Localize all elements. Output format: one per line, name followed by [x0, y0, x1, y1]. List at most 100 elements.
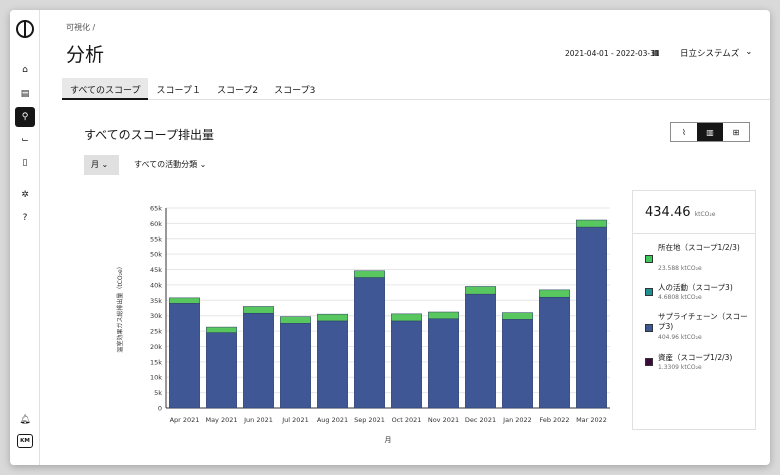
x-tick-label: Jun 2021 [243, 416, 273, 424]
tab-scope-1[interactable]: スコープ１ [148, 78, 208, 100]
document-icon[interactable]: ▯ [15, 153, 35, 173]
chevron-down-icon: ⌄ [199, 160, 207, 169]
legend-value: 23.588 ktCO₂e [658, 265, 702, 272]
legend-value: 1.3309 ktCO₂e [658, 364, 702, 371]
organization-select[interactable]: 日立システムズ ⌄ [680, 47, 752, 59]
logo-icon[interactable] [16, 20, 34, 38]
bar-supply-chain [354, 277, 385, 409]
y-tick-label: 25k [150, 328, 162, 336]
month-select[interactable]: 月 ⌄ [84, 155, 119, 175]
bar-supply-chain [465, 293, 496, 409]
view-toggle: ⌇ ▥ ⊞ [670, 122, 750, 142]
legend-swatch [645, 324, 653, 332]
y-tick-label: 65k [150, 205, 162, 213]
bar-location [243, 306, 274, 314]
legend-value: 404.96 ktCO₂e [658, 334, 702, 341]
y-tick-label: 50k [150, 251, 162, 259]
bar-supply-chain [206, 332, 237, 409]
app-window: ⌂ ▤ ⚲ ⌙ ▯ ✲ ? 🔔︎ KM 可視化 / 分析 2021-04-01 … [10, 10, 770, 465]
legend-swatch [645, 255, 653, 263]
x-tick-label: May 2021 [205, 416, 237, 424]
tab-scope-2[interactable]: スコープ2 [209, 78, 266, 100]
gear-icon[interactable]: ✲ [15, 185, 35, 205]
y-tick-label: 20k [150, 343, 162, 351]
x-axis-label: 月 [385, 436, 392, 444]
category-select[interactable]: すべての活動分類 ⌄ [134, 159, 206, 170]
bar-supply-chain [576, 226, 607, 409]
line-chart-icon[interactable]: ⌇ [671, 123, 697, 141]
legend-divider [633, 233, 755, 234]
legend-label: サプライチェーン（スコープ3) [658, 312, 748, 331]
x-tick-label: Aug 2021 [317, 416, 348, 424]
month-select-label: 月 [91, 160, 99, 169]
x-tick-label: Nov 2021 [428, 416, 459, 424]
y-tick-label: 30k [150, 312, 162, 320]
help-icon[interactable]: ? [15, 208, 35, 228]
main-content: 可視化 / 分析 2021-04-01 - 2022-03-31 ▦ 日立システ… [40, 10, 770, 465]
bar-supply-chain [280, 323, 311, 409]
avatar[interactable]: KM [17, 434, 33, 448]
y-tick-label: 60k [150, 220, 162, 228]
calendar-icon[interactable]: ▦ [652, 48, 660, 57]
breadcrumb[interactable]: 可視化 / [66, 22, 95, 33]
bar-supply-chain [428, 318, 459, 409]
x-tick-label: Mar 2022 [576, 416, 607, 424]
home-icon[interactable]: ⌂ [15, 60, 35, 80]
organization-label: 日立システムズ [680, 49, 740, 59]
y-tick-label: 55k [150, 235, 162, 243]
bar-location [169, 297, 200, 304]
notification-icon[interactable]: 🔔︎ [15, 410, 35, 430]
tab-scope-3[interactable]: スコープ3 [266, 78, 323, 100]
legend-label: 所在地（スコープ1/2/3) [658, 243, 740, 252]
calculator-icon[interactable]: ▤ [15, 84, 35, 104]
date-range[interactable]: 2021-04-01 - 2022-03-31 [565, 49, 660, 58]
bar-supply-chain [502, 319, 533, 409]
scope-tabs: すべてのスコープ スコープ１ スコープ2 スコープ3 [62, 78, 770, 100]
legend-label: 人の活動（スコープ3) [658, 283, 733, 292]
x-tick-label: Oct 2021 [392, 416, 422, 424]
tab-all-scopes[interactable]: すべてのスコープ [62, 78, 149, 100]
y-tick-label: 45k [150, 266, 162, 274]
category-select-label: すべての活動分類 [134, 160, 198, 169]
bar-supply-chain [391, 320, 422, 409]
legend-label: 資産（スコープ1/2/3) [658, 353, 733, 362]
bar-supply-chain [243, 312, 274, 409]
bar-location [317, 313, 348, 322]
y-tick-label: 10k [150, 374, 162, 382]
y-tick-label: 5k [154, 389, 162, 397]
x-tick-label: Jan 2022 [502, 416, 532, 424]
y-tick-label: 0 [158, 405, 162, 413]
section-title: すべてのスコープ排出量 [84, 128, 214, 142]
x-tick-label: Apr 2021 [170, 416, 200, 424]
bar-location [354, 270, 385, 278]
x-tick-label: Jul 2021 [281, 416, 308, 424]
bar-supply-chain [169, 303, 200, 409]
y-axis-label: 温室効果ガス総排出量（tCO₂e） [116, 263, 124, 352]
bar-location [465, 286, 496, 295]
legend-swatch [645, 288, 653, 296]
search-icon[interactable]: ⚲ [15, 107, 35, 127]
total-unit: ktCO₂e [694, 211, 716, 218]
y-tick-label: 35k [150, 297, 162, 305]
x-tick-label: Dec 2021 [465, 416, 496, 424]
bar-location [391, 313, 422, 322]
bar-supply-chain [317, 320, 348, 409]
bar-location [502, 312, 533, 320]
chart-icon[interactable]: ⌙ [15, 130, 35, 150]
sidebar: ⌂ ▤ ⚲ ⌙ ▯ ✲ ? 🔔︎ KM [10, 10, 40, 465]
y-tick-label: 15k [150, 358, 162, 366]
legend-swatch [645, 358, 653, 366]
table-icon[interactable]: ⊞ [723, 123, 749, 141]
total-emissions: 434.46 ktCO₂e [645, 205, 715, 220]
bar-chart-icon[interactable]: ▥ [697, 123, 723, 141]
page-title: 分析 [66, 44, 105, 66]
emissions-bar-chart: 0 5k 10k 15k 20k 25k 30k 35k 40k 45k 50k 55k 60k 65k A… [116, 205, 610, 444]
legend-value: 4.6808 ktCO₂e [658, 294, 702, 301]
bar-location [576, 219, 607, 228]
bar-location [280, 316, 311, 324]
x-tick-label: Feb 2022 [539, 416, 569, 424]
legend-card: 434.46 ktCO₂e 所在地（スコープ1/2/3) 23.588 ktCO… [632, 190, 756, 430]
chevron-down-icon: ⌄ [101, 160, 109, 169]
bar-supply-chain [539, 296, 570, 409]
chevron-down-icon: ⌄ [745, 47, 753, 57]
